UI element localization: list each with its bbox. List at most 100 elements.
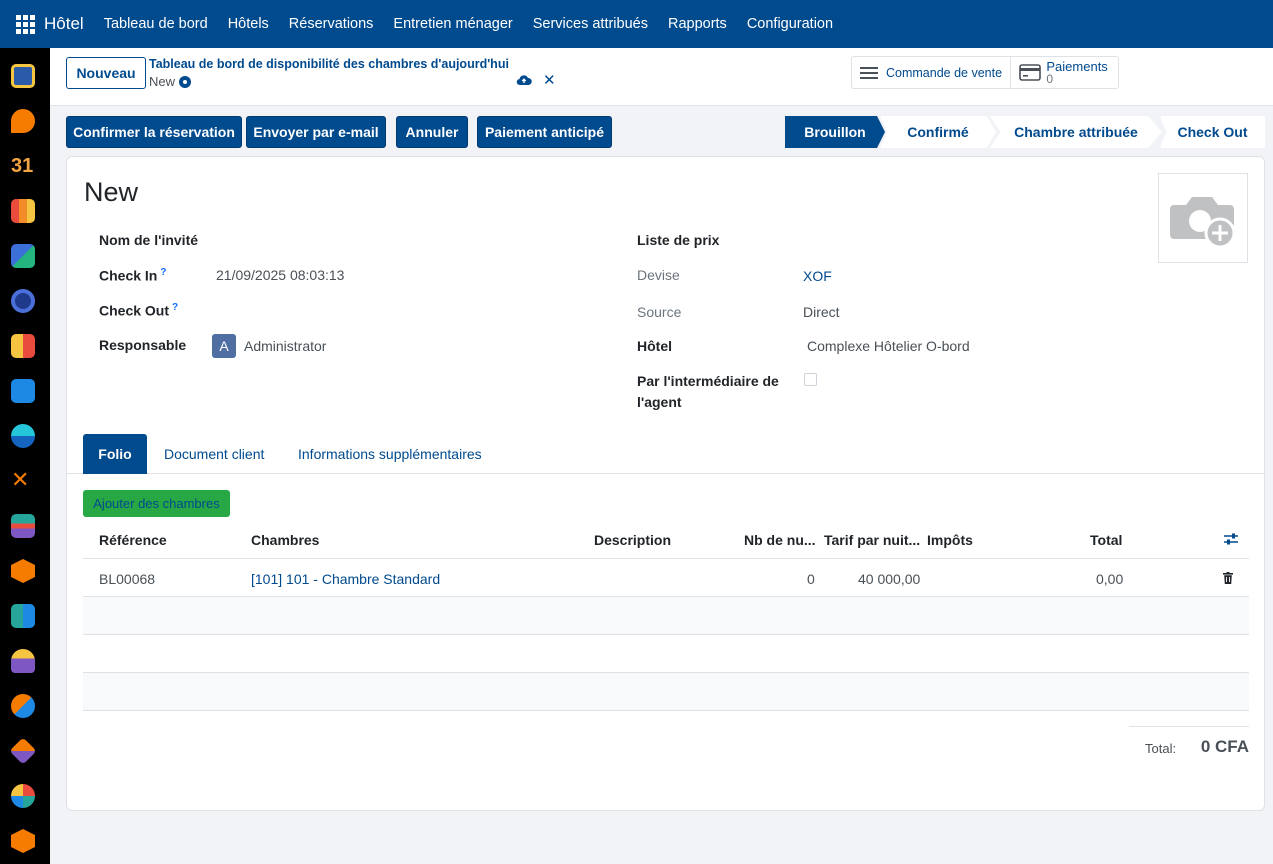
currency-field[interactable]: XOF — [803, 268, 832, 284]
hotel-field[interactable]: Complexe Hôtelier O-bord — [807, 338, 970, 354]
folio-table: Référence Chambres Description Nb de nu.… — [83, 521, 1249, 711]
record-name: New — [149, 74, 192, 89]
col-description[interactable]: Description — [594, 532, 671, 548]
discuss-app-icon[interactable] — [11, 109, 35, 133]
gear-icon[interactable] — [179, 75, 192, 88]
record-name-text: New — [149, 74, 176, 89]
table-row[interactable]: BL00068 [101] 101 - Chambre Standard 0 4… — [83, 559, 1249, 597]
apps-store-icon[interactable] — [11, 829, 35, 853]
app-grid-icon[interactable] — [0, 0, 50, 48]
col-rooms[interactable]: Chambres — [251, 532, 319, 548]
invoicing-app-icon[interactable] — [11, 379, 35, 403]
helpdesk-app-icon[interactable] — [11, 784, 35, 808]
inventory-app-icon[interactable] — [11, 559, 35, 583]
crm-app-icon[interactable] — [11, 289, 35, 313]
purchase-app-icon[interactable] — [11, 604, 35, 628]
cell-room[interactable]: [101] 101 - Chambre Standard — [251, 571, 440, 587]
menu-dashboard[interactable]: Tableau de bord — [104, 16, 208, 32]
avatar: A — [212, 334, 236, 358]
payments-button[interactable]: Paiements 0 — [1010, 57, 1118, 88]
responsible-field[interactable]: Administrator — [244, 338, 326, 354]
advance-payment-button[interactable]: Paiement anticipé — [477, 116, 612, 148]
top-navbar: Hôtel Tableau de bord Hôtels Réservation… — [0, 0, 1273, 48]
link-app-icon[interactable] — [9, 737, 37, 765]
col-nights[interactable]: Nb de nu... — [744, 532, 816, 548]
notebook-tabs: Folio Document client Informations suppl… — [67, 434, 1264, 474]
cell-reference: BL00068 — [99, 571, 156, 587]
cancel-button[interactable]: Annuler — [396, 116, 468, 148]
dashboard-app-icon[interactable] — [11, 244, 35, 268]
checkin-label: Check In? — [99, 267, 166, 284]
col-total[interactable]: Total — [1090, 532, 1122, 548]
empty-row — [83, 673, 1249, 711]
help-icon[interactable]: ? — [172, 302, 178, 313]
app-sidebar: 31 ✕ — [0, 48, 50, 864]
agent-checkbox[interactable] — [804, 373, 817, 386]
menu-hotels[interactable]: Hôtels — [228, 16, 269, 32]
agent-label-line2: l'agent — [637, 394, 682, 410]
marketing-app-icon[interactable] — [11, 694, 35, 718]
col-rate[interactable]: Tarif par nuit... — [824, 532, 920, 548]
totals-summary: Total: 0 CFA — [1129, 726, 1249, 756]
new-button[interactable]: Nouveau — [66, 57, 146, 89]
source-label: Source — [637, 304, 682, 320]
confirm-reservation-button[interactable]: Confirmer la réservation — [66, 116, 242, 148]
cell-nights: 0 — [807, 571, 815, 587]
pricelist-label: Liste de prix — [637, 232, 720, 248]
calendar-app-icon[interactable]: 31 — [11, 154, 35, 178]
column-settings-icon[interactable] — [1223, 532, 1239, 546]
send-email-button[interactable]: Envoyer par e-mail — [246, 116, 386, 148]
sales-app-icon[interactable] — [11, 199, 35, 223]
menu-housekeeping[interactable]: Entretien ménager — [393, 16, 512, 32]
pos-app-icon[interactable] — [11, 334, 35, 358]
responsible-label: Responsable — [99, 337, 187, 353]
payments-count: 0 — [1046, 71, 1054, 86]
empty-row — [83, 635, 1249, 673]
discard-icon[interactable]: ✕ — [543, 71, 556, 89]
col-taxes[interactable]: Impôts — [927, 532, 973, 548]
menu-assigned-services[interactable]: Services attribués — [533, 16, 648, 32]
currency-label: Devise — [637, 267, 680, 283]
sale-order-button[interactable]: Commande de vente — [852, 57, 1010, 88]
hotel-app-icon[interactable] — [11, 64, 35, 88]
menu-configuration[interactable]: Configuration — [747, 16, 833, 32]
app-title[interactable]: Hôtel — [44, 14, 84, 34]
camera-plus-icon — [1170, 197, 1236, 249]
payments-label: Paiements — [1046, 58, 1108, 74]
cloud-upload-icon[interactable] — [516, 74, 532, 86]
image-upload[interactable] — [1158, 173, 1248, 263]
record-title: New — [84, 177, 139, 207]
checkin-label-text: Check In — [99, 267, 158, 284]
list-icon — [860, 66, 878, 79]
checkout-label: Check Out? — [99, 302, 178, 319]
tab-additional-info[interactable]: Informations supplémentaires — [298, 434, 482, 474]
stage-room-assigned[interactable]: Chambre attribuée — [990, 116, 1162, 148]
trash-icon[interactable] — [1223, 572, 1233, 584]
tab-folio[interactable]: Folio — [83, 434, 147, 474]
hotel-label: Hôtel — [637, 338, 672, 354]
website-app-icon[interactable] — [11, 424, 35, 448]
total-label: Total: — [1145, 741, 1177, 756]
control-panel: Nouveau Tableau de bord de disponibilité… — [50, 48, 1273, 106]
tools-app-icon[interactable]: ✕ — [11, 469, 35, 493]
table-header: Référence Chambres Description Nb de nu.… — [83, 521, 1249, 559]
smart-buttons: Commande de vente Paiements 0 — [851, 56, 1119, 89]
payments-app-icon[interactable] — [11, 514, 35, 538]
stage-confirmed[interactable]: Confirmé — [880, 116, 996, 148]
menu-reports[interactable]: Rapports — [668, 16, 727, 32]
help-icon[interactable]: ? — [160, 267, 166, 278]
add-rooms-button[interactable]: Ajouter des chambres — [83, 490, 230, 517]
agent-label-line1: Par l'intermédiaire de — [637, 373, 779, 389]
col-reference[interactable]: Référence — [99, 532, 167, 548]
employees-app-icon[interactable] — [11, 649, 35, 673]
checkin-field[interactable]: 21/09/2025 08:03:13 — [216, 267, 344, 283]
stage-check-out[interactable]: Check Out — [1160, 116, 1265, 148]
breadcrumb[interactable]: Tableau de bord de disponibilité des cha… — [149, 57, 509, 71]
stage-draft[interactable]: Brouillon — [785, 116, 885, 148]
source-field[interactable]: Direct — [803, 304, 840, 320]
menu-reservations[interactable]: Réservations — [289, 16, 374, 32]
cell-total: 0,00 — [1096, 571, 1124, 587]
tab-customer-document[interactable]: Document client — [164, 434, 264, 474]
form-sheet: New Nom de l'invité Check In? 21/09/2025… — [66, 156, 1265, 811]
total-value: 0 CFA — [1200, 737, 1249, 756]
